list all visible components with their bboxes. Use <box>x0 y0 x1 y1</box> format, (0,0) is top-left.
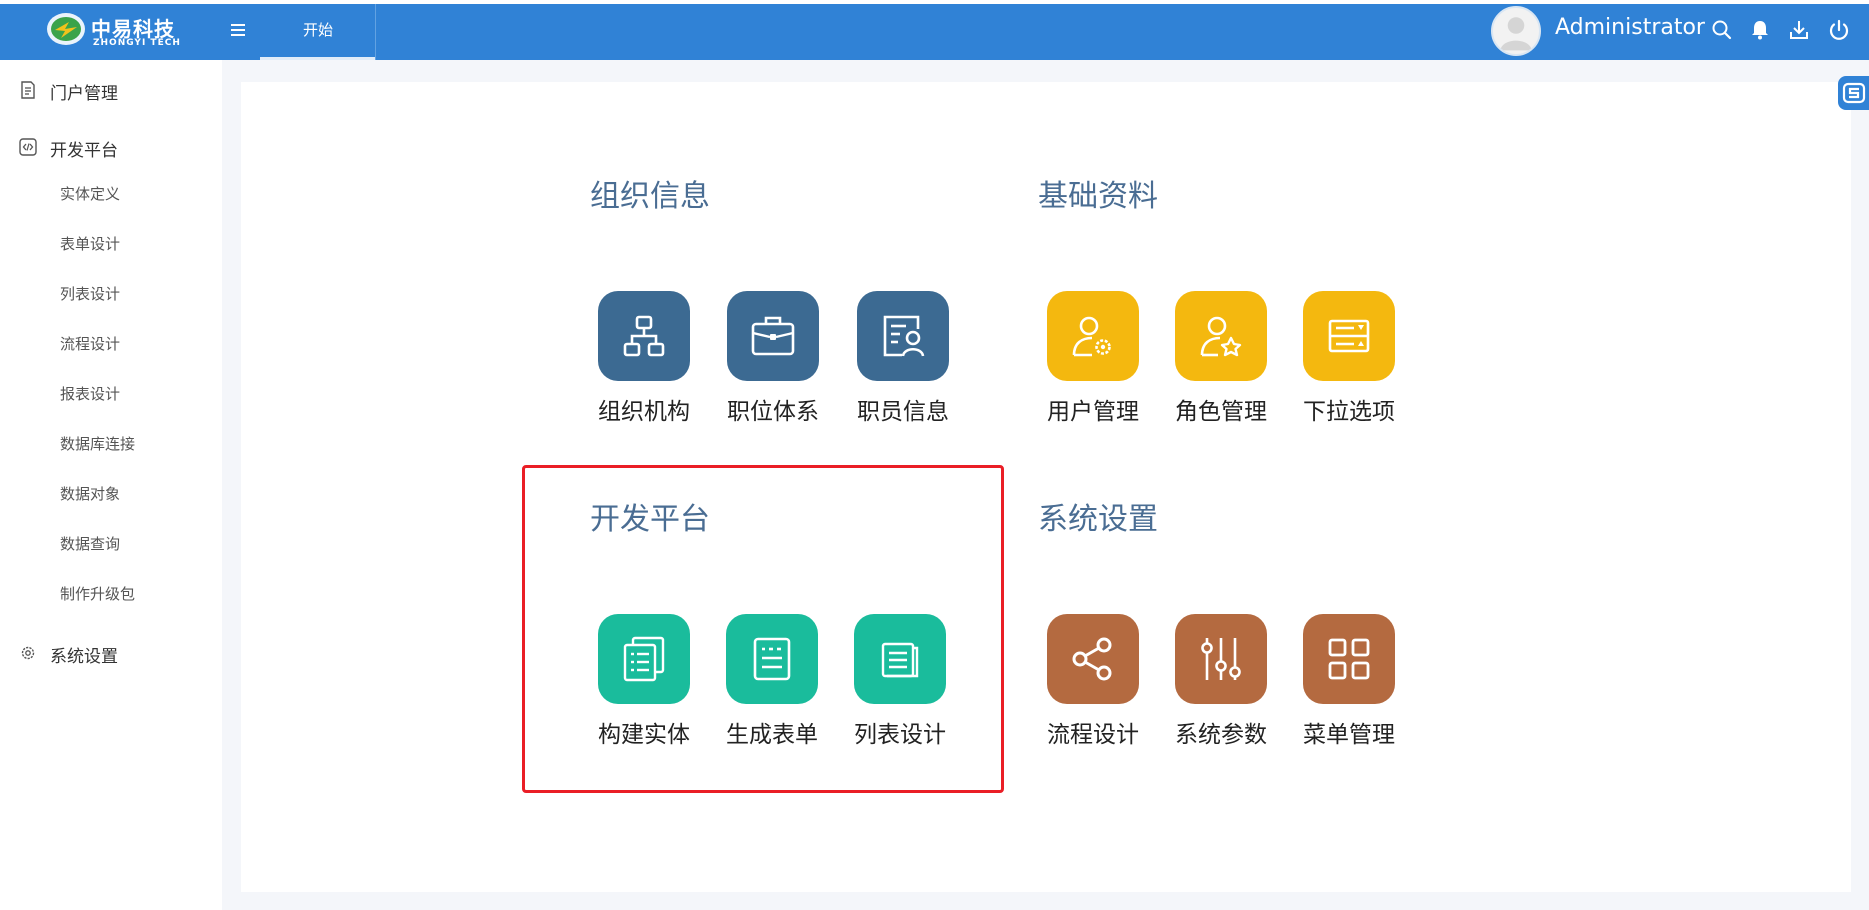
tile-icon-box <box>1047 614 1139 704</box>
tile-label: 职员信息 <box>857 399 949 425</box>
tile-label: 职位体系 <box>727 399 819 425</box>
sidebar-item-label: 数据库连接 <box>60 435 136 453</box>
sliders-icon <box>1201 638 1241 680</box>
tile-label: 菜单管理 <box>1303 722 1395 748</box>
username[interactable]: Administrator <box>1555 15 1705 40</box>
tile-label: 下拉选项 <box>1303 399 1395 425</box>
sidebar: 门户管理 开发平台 实体定义 表单设计 列表设计 流程设计 报表设计 数据库连接… <box>0 60 222 910</box>
sidebar-item-entity[interactable]: 实体定义 <box>0 175 222 211</box>
tile-position-system[interactable]: 职位体系 <box>718 291 828 431</box>
org-chart-icon <box>623 315 665 357</box>
avatar[interactable] <box>1491 6 1541 56</box>
tile-icon-box <box>727 291 819 381</box>
section-title-basic: 基础资料 <box>1038 179 1158 214</box>
tab-start[interactable]: 开始 <box>260 4 376 60</box>
tile-label: 角色管理 <box>1175 399 1267 425</box>
sidebar-item-label: 列表设计 <box>60 285 121 303</box>
sidebar-group-portal[interactable]: 门户管理 <box>0 70 222 110</box>
user-star-icon <box>1200 316 1242 357</box>
tile-dropdown-options[interactable]: 下拉选项 <box>1294 291 1404 431</box>
tab-divider <box>375 4 376 60</box>
tile-label: 流程设计 <box>1047 722 1139 748</box>
tab-start-label: 开始 <box>302 21 333 39</box>
section-title-org: 组织信息 <box>590 179 710 214</box>
tile-flow-design[interactable]: 流程设计 <box>1038 614 1148 754</box>
s-logo-icon <box>1842 82 1866 104</box>
sidebar-item-list[interactable]: 列表设计 <box>0 275 222 311</box>
tile-icon-box <box>1175 614 1267 704</box>
logo-text-en: ZHONGYI TECH <box>93 38 181 48</box>
sidebar-item-db-connect[interactable]: 数据库连接 <box>0 425 222 461</box>
sidebar-item-form[interactable]: 表单设计 <box>0 225 222 261</box>
employee-card-icon <box>883 315 925 357</box>
sidebar-item-label: 报表设计 <box>60 385 121 403</box>
share-icon <box>1072 637 1112 681</box>
sidebar-item-label: 数据查询 <box>60 535 121 553</box>
download-icon[interactable] <box>1787 18 1811 42</box>
tile-system-params[interactable]: 系统参数 <box>1166 614 1276 754</box>
sidebar-item-data-object[interactable]: 数据对象 <box>0 475 222 511</box>
logo-mark-icon <box>47 13 85 45</box>
sidebar-item-label: 流程设计 <box>60 335 121 353</box>
tile-icon-box <box>1303 614 1395 704</box>
sidebar-item-flow[interactable]: 流程设计 <box>0 325 222 361</box>
top-header: 中易科技 ZHONGYI TECH 开始 Administrator <box>0 0 1869 60</box>
tile-label: 用户管理 <box>1047 399 1139 425</box>
highlight-box <box>522 465 1004 793</box>
gear-icon <box>21 646 35 660</box>
tile-icon-box <box>1047 291 1139 381</box>
sidebar-group-label: 开发平台 <box>50 141 118 161</box>
dropdown-list-icon <box>1328 319 1370 353</box>
user-gear-icon <box>1072 316 1111 357</box>
grid-icon <box>1328 638 1370 680</box>
sidebar-group-label: 门户管理 <box>50 84 118 104</box>
floating-tool-button[interactable] <box>1838 76 1869 110</box>
sidebar-group-dev[interactable]: 开发平台 <box>0 127 222 167</box>
sidebar-group-system[interactable]: 系统设置 <box>0 633 222 673</box>
bell-icon[interactable] <box>1748 18 1772 42</box>
briefcase-icon <box>751 316 795 356</box>
tile-icon-box <box>1175 291 1267 381</box>
menu-toggle-icon[interactable] <box>226 18 250 42</box>
tile-label: 组织机构 <box>598 399 690 425</box>
tile-label: 系统参数 <box>1175 722 1267 748</box>
section-title-sys: 系统设置 <box>1038 502 1158 537</box>
tile-icon-box <box>1303 291 1395 381</box>
tile-org-structure[interactable]: 组织机构 <box>589 291 699 431</box>
sidebar-item-label: 数据对象 <box>60 485 121 503</box>
search-icon[interactable] <box>1710 18 1734 42</box>
sidebar-item-report[interactable]: 报表设计 <box>0 375 222 411</box>
logo[interactable]: 中易科技 ZHONGYI TECH <box>45 8 195 50</box>
sidebar-item-label: 表单设计 <box>60 235 121 253</box>
tile-icon-box <box>598 291 690 381</box>
code-icon <box>19 138 37 156</box>
sidebar-item-label: 实体定义 <box>60 185 121 203</box>
tile-icon-box <box>857 291 949 381</box>
tile-employee-info[interactable]: 职员信息 <box>848 291 958 431</box>
power-icon[interactable] <box>1827 18 1851 42</box>
sidebar-item-data-query[interactable]: 数据查询 <box>0 525 222 561</box>
sidebar-group-label: 系统设置 <box>50 647 118 667</box>
tile-role-management[interactable]: 角色管理 <box>1166 291 1276 431</box>
sidebar-item-label: 制作升级包 <box>60 585 136 603</box>
tile-menu-management[interactable]: 菜单管理 <box>1294 614 1404 754</box>
tile-user-management[interactable]: 用户管理 <box>1038 291 1148 431</box>
sidebar-item-upgrade-pack[interactable]: 制作升级包 <box>0 575 222 611</box>
document-icon <box>21 81 35 99</box>
